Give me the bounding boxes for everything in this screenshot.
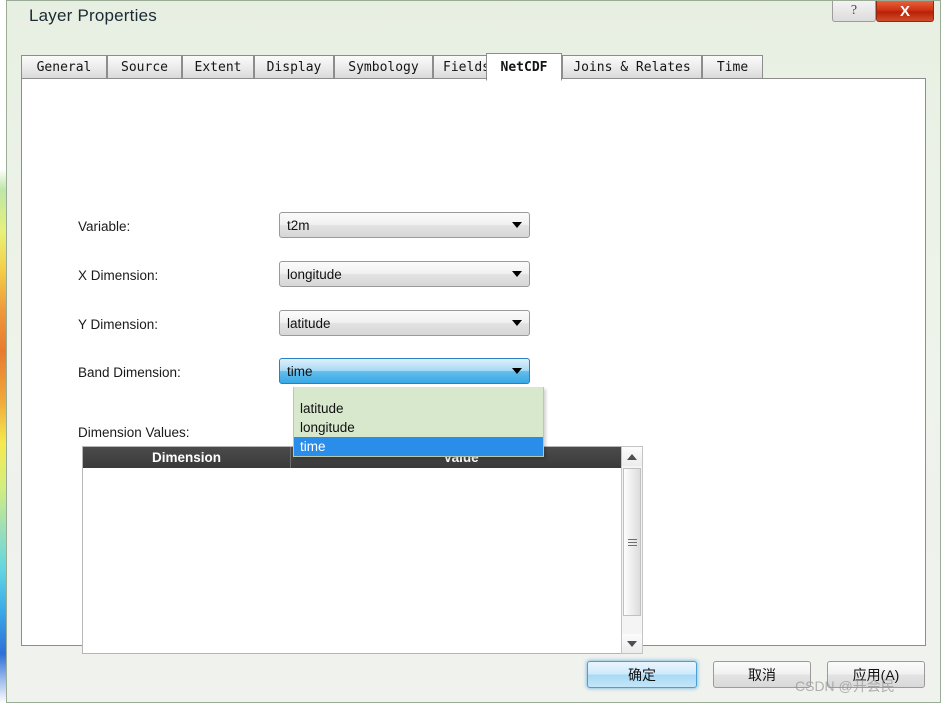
variable-combo-value: t2m [287, 217, 310, 233]
dimension-values-grid: Dimension Value [82, 446, 632, 654]
band-dimension-dropdown[interactable]: latitude longitude time [293, 387, 544, 457]
scroll-up-icon[interactable] [622, 447, 642, 466]
grip-icon [627, 538, 637, 546]
dimension-values-label: Dimension Values: [78, 425, 190, 440]
chevron-down-icon [505, 320, 529, 326]
dropdown-option-longitude[interactable]: longitude [294, 418, 543, 437]
band-dimension-combo[interactable]: time [279, 358, 530, 384]
dropdown-option-time[interactable]: time [294, 437, 543, 456]
watermark: CSDN @开会民 [795, 678, 895, 694]
ok-button[interactable]: 确定 [587, 661, 697, 688]
tab-strip: General Source Extent Display Symbology Field… [21, 53, 926, 81]
tab-joins-relates[interactable]: Joins & Relates [562, 55, 702, 79]
variable-label: Variable: [78, 219, 131, 234]
tab-extent[interactable]: Extent [182, 55, 254, 79]
title-bar: Layer Properties ? X [7, 1, 940, 35]
netcdf-tab-panel: Variable: t2m X Dimension: longitude Y D… [21, 78, 926, 654]
band-dimension-label: Band Dimension: [78, 365, 181, 380]
tab-time[interactable]: Time [702, 55, 763, 79]
layer-properties-dialog: Layer Properties ? X General Source Extent… [6, 0, 941, 703]
grid-body [83, 468, 631, 653]
dropdown-option-latitude[interactable]: latitude [294, 399, 543, 418]
x-dimension-label: X Dimension: [78, 268, 159, 283]
tab-symbology[interactable]: Symbology [334, 55, 433, 79]
tab-display[interactable]: Display [254, 55, 334, 79]
y-dimension-combo[interactable]: latitude [279, 310, 530, 336]
grid-scrollbar[interactable] [621, 446, 643, 654]
chevron-down-icon [505, 271, 529, 277]
tab-general[interactable]: General [21, 55, 107, 79]
scrollbar-thumb[interactable] [623, 468, 641, 616]
tab-source[interactable]: Source [107, 55, 182, 79]
column-header-dimension[interactable]: Dimension [83, 447, 291, 468]
chevron-down-icon [505, 222, 529, 228]
y-dimension-label: Y Dimension: [78, 317, 159, 332]
variable-combo[interactable]: t2m [279, 212, 530, 238]
x-dimension-combo[interactable]: longitude [279, 261, 530, 287]
close-icon[interactable]: X [876, 1, 934, 22]
help-icon[interactable]: ? [832, 1, 876, 22]
dialog-surface: Layer Properties ? X General Source Extent… [7, 1, 940, 702]
y-dimension-combo-value: latitude [287, 315, 331, 331]
x-dimension-combo-value: longitude [287, 266, 342, 282]
chevron-down-icon [505, 368, 529, 374]
page-title: Layer Properties [29, 6, 157, 25]
tab-netcdf[interactable]: NetCDF [486, 53, 562, 81]
band-dimension-combo-value: time [287, 363, 313, 379]
